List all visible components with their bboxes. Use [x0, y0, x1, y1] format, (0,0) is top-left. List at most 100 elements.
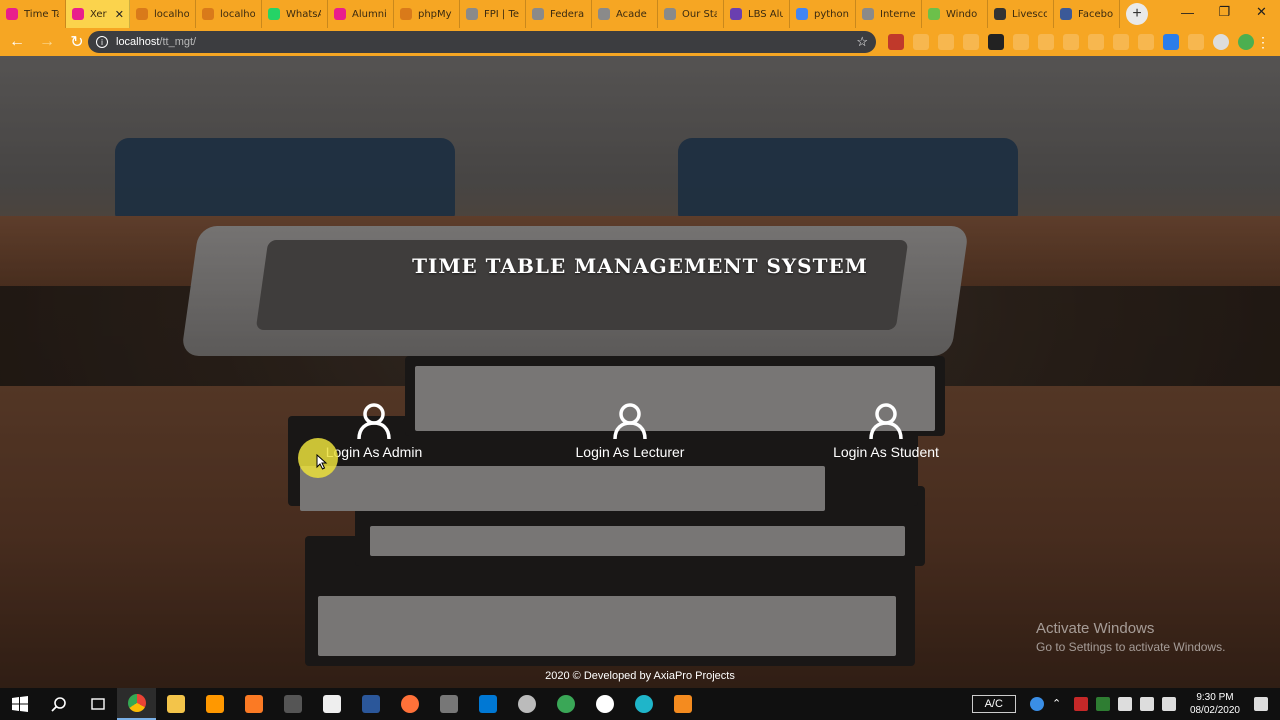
extension-icon[interactable]	[913, 34, 929, 50]
tab-label: Livesco	[1012, 8, 1047, 20]
tab-favicon-icon	[1060, 8, 1072, 20]
tab-label: FPI | Tet	[484, 8, 519, 20]
xampp-icon[interactable]	[234, 688, 273, 720]
browser-tab[interactable]: localho	[196, 0, 262, 28]
clock-time: 9:30 PM	[1196, 692, 1234, 703]
page-viewport: TIME TABLE MANAGEMENT SYSTEM Login As Ad…	[0, 56, 1280, 688]
extension-icon[interactable]	[1238, 34, 1254, 50]
info-icon[interactable]: i	[96, 36, 108, 48]
tab-close-icon[interactable]: ✕	[115, 8, 124, 21]
tab-favicon-icon	[334, 8, 346, 20]
volume-icon[interactable]	[1161, 697, 1176, 711]
browser-menu-icon[interactable]: ⋮	[1256, 34, 1270, 51]
browser-tab[interactable]: Alumni	[328, 0, 394, 28]
browser-tab[interactable]: Federal	[526, 0, 592, 28]
extension-icon[interactable]	[1163, 34, 1179, 50]
back-icon[interactable]: ←	[4, 29, 30, 55]
calculator-icon[interactable]	[273, 688, 312, 720]
browser-tab[interactable]: python	[790, 0, 856, 28]
tab-favicon-icon	[202, 8, 214, 20]
page-footer: 2020 © Developed by AxiaPro Projects	[545, 670, 735, 682]
browser-tab[interactable]: Facebo	[1054, 0, 1120, 28]
help-icon[interactable]	[1029, 697, 1044, 711]
new-tab-button[interactable]: +	[1126, 3, 1148, 25]
extension-icon[interactable]	[1138, 34, 1154, 50]
login-lecturer-label: Login As Lecturer	[575, 444, 685, 460]
vscode-icon[interactable]	[468, 688, 507, 720]
chrome-taskbar-icon[interactable]	[117, 688, 156, 720]
network-icon[interactable]	[1139, 697, 1154, 711]
search-icon[interactable]	[39, 688, 78, 720]
word-icon[interactable]	[351, 688, 390, 720]
settings-gear-icon[interactable]	[507, 688, 546, 720]
clock[interactable]: 9:30 PM 08/02/2020	[1190, 691, 1240, 717]
tab-label: Xer	[90, 8, 107, 20]
antivirus-icon[interactable]	[1073, 697, 1088, 711]
browser-tab[interactable]: Our Sta	[658, 0, 724, 28]
browser-tab[interactable]: WhatsA	[262, 0, 328, 28]
profile-avatar[interactable]	[1213, 34, 1229, 50]
edge-icon[interactable]	[624, 688, 663, 720]
extension-icon[interactable]	[1038, 34, 1054, 50]
browser-taskbar-icon[interactable]	[546, 688, 585, 720]
extension-icon[interactable]	[988, 34, 1004, 50]
chevron-up-icon[interactable]: ⌃	[1052, 697, 1066, 711]
browser-tab[interactable]: Time Ta	[0, 0, 66, 28]
tab-label: localho	[220, 8, 255, 20]
tab-label: Acade	[616, 8, 647, 20]
user-icon	[613, 403, 647, 440]
photos-icon[interactable]	[429, 688, 468, 720]
browser-tab[interactable]: phpMy	[394, 0, 460, 28]
restore-icon[interactable]: ❐	[1206, 0, 1243, 24]
extension-icon[interactable]	[1013, 34, 1029, 50]
browser-tab[interactable]: LBS Alu	[724, 0, 790, 28]
extension-icon[interactable]	[1113, 34, 1129, 50]
tab-favicon-icon	[532, 8, 544, 20]
start-icon[interactable]	[0, 688, 39, 720]
reload-icon[interactable]: ↻	[64, 29, 90, 55]
sticky-notes-icon[interactable]	[312, 688, 351, 720]
firefox-icon[interactable]	[390, 688, 429, 720]
page-title: TIME TABLE MANAGEMENT SYSTEM	[412, 254, 868, 278]
notification-icon[interactable]	[1254, 697, 1268, 711]
login-student-button[interactable]: Login As Student	[806, 402, 966, 460]
browser-tab[interactable]: FPI | Tet	[460, 0, 526, 28]
tab-favicon-icon	[928, 8, 940, 20]
tab-favicon-icon	[994, 8, 1006, 20]
vlc-icon[interactable]	[663, 688, 702, 720]
browser-tab[interactable]: Livesco	[988, 0, 1054, 28]
login-student-label: Login As Student	[833, 444, 939, 460]
file-explorer-icon[interactable]	[156, 688, 195, 720]
browser-tab[interactable]: Xer ✕	[66, 0, 130, 28]
extension-icon[interactable]	[888, 34, 904, 50]
address-bar[interactable]: i localhost/tt_mgt/ ☆	[88, 31, 876, 53]
login-lecturer-button[interactable]: Login As Lecturer	[550, 402, 710, 460]
forward-icon[interactable]: →	[34, 29, 60, 55]
tab-favicon-icon	[6, 8, 18, 20]
task-view-icon[interactable]	[78, 688, 117, 720]
browser-tab[interactable]: Acade	[592, 0, 658, 28]
tray-app-icon[interactable]	[1095, 697, 1110, 711]
extension-icon[interactable]	[938, 34, 954, 50]
browser-tab[interactable]: Windo	[922, 0, 988, 28]
close-window-icon[interactable]: ✕	[1243, 0, 1280, 24]
extension-icon[interactable]	[1063, 34, 1079, 50]
media-player-icon[interactable]	[585, 688, 624, 720]
browser-tab[interactable]: Interne	[856, 0, 922, 28]
tab-label: WhatsA	[286, 8, 321, 20]
clock-date: 08/02/2020	[1189, 705, 1240, 716]
extension-icon[interactable]	[1088, 34, 1104, 50]
minimize-icon[interactable]: —	[1169, 0, 1206, 24]
sublime-text-icon[interactable]	[195, 688, 234, 720]
activate-windows-watermark: Activate Windows Go to Settings to activ…	[1036, 620, 1225, 654]
extension-icon[interactable]	[1188, 34, 1204, 50]
bookmark-star-icon[interactable]: ☆	[856, 34, 868, 50]
tab-favicon-icon	[466, 8, 478, 20]
browser-tab[interactable]: localho	[130, 0, 196, 28]
tab-label: LBS Alu	[748, 8, 783, 20]
ac-indicator[interactable]: A/C	[971, 695, 1016, 713]
tab-label: Alumni	[352, 8, 387, 20]
tab-label: Facebo	[1078, 8, 1113, 20]
extension-icon[interactable]	[963, 34, 979, 50]
battery-icon[interactable]	[1117, 697, 1132, 711]
